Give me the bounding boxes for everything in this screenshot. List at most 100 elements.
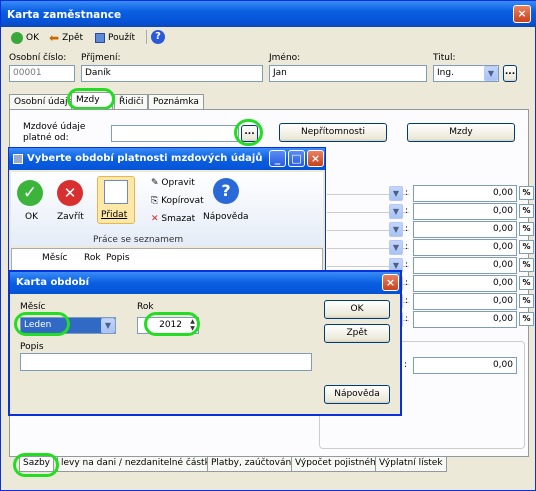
maximize-icon: □ bbox=[291, 152, 302, 165]
ribbon-add-label: Přidat bbox=[101, 210, 128, 220]
highlight-year bbox=[144, 312, 200, 336]
col-year: Rok bbox=[84, 253, 101, 263]
save-icon bbox=[95, 32, 105, 43]
toolbar-separator bbox=[146, 30, 147, 44]
close-x-icon[interactable]: ✕ bbox=[57, 180, 83, 206]
valid-from-field[interactable] bbox=[111, 125, 239, 142]
colon: : bbox=[405, 242, 409, 252]
maximize-button[interactable]: □ bbox=[288, 150, 305, 167]
tab-payslip[interactable]: Výplatní lístek bbox=[375, 457, 447, 472]
value-field[interactable]: 0,00 bbox=[413, 293, 517, 310]
colon: : bbox=[405, 188, 409, 198]
ribbon-edit[interactable]: ✎ Opravit bbox=[151, 178, 195, 188]
tab-note[interactable]: Poznámka bbox=[148, 94, 204, 110]
highlight-month bbox=[14, 312, 70, 336]
ribbon-copy[interactable]: ⎘ Kopírovat bbox=[151, 196, 204, 206]
period-close-button[interactable]: × bbox=[307, 150, 324, 167]
title-label: Titul: bbox=[433, 53, 456, 63]
apply-button[interactable]: Použít bbox=[93, 29, 137, 46]
minimize-icon: _ bbox=[274, 152, 281, 165]
highlight-wages-tab bbox=[67, 88, 115, 110]
help-icon[interactable]: ? bbox=[213, 178, 239, 204]
chevron-down-icon[interactable]: ▼ bbox=[101, 318, 115, 333]
tab-tax[interactable]: levy na dani / nezdanitelné částky bbox=[57, 457, 219, 472]
ribbon: ✓ OK ✕ Zavřít Přidat ✎ Opravit ⎘ Kopírov… bbox=[11, 172, 323, 246]
ribbon-help-label: Nápověda bbox=[203, 212, 249, 222]
window-titlebar: Karta zaměstnance bbox=[1, 1, 536, 27]
percent-button[interactable]: % bbox=[519, 222, 534, 236]
colon: : bbox=[404, 360, 408, 370]
period-card-dialog: Karta období × Měsíc Leden ▼ Rok 2012 ▲ ▼… bbox=[8, 270, 402, 416]
name-field[interactable]: Jan bbox=[269, 65, 427, 82]
chevron-down-icon[interactable]: ▼ bbox=[389, 240, 403, 255]
colon: : bbox=[405, 314, 409, 324]
percent-button[interactable]: % bbox=[519, 312, 534, 326]
colon: : bbox=[405, 224, 409, 234]
chevron-down-icon[interactable]: ▼ bbox=[389, 186, 403, 201]
bottom-value-field[interactable]: 0,00 bbox=[413, 357, 517, 374]
period-back-button[interactable]: Zpět bbox=[324, 324, 390, 343]
period-card-close-button[interactable]: × bbox=[382, 274, 399, 291]
help-icon[interactable]: ? bbox=[151, 30, 165, 44]
year-label: Rok bbox=[137, 302, 154, 312]
desc-field[interactable] bbox=[20, 353, 312, 371]
percent-button[interactable]: % bbox=[519, 276, 534, 290]
percent-button[interactable]: % bbox=[519, 258, 534, 272]
percent-button[interactable]: % bbox=[519, 186, 534, 200]
close-icon: × bbox=[385, 276, 396, 289]
percent-button[interactable]: % bbox=[519, 294, 534, 308]
highlight-more-button bbox=[234, 119, 263, 146]
title-more-button[interactable]: ... bbox=[503, 65, 517, 82]
month-label: Měsíc bbox=[20, 302, 46, 312]
colon: : bbox=[405, 260, 409, 270]
ribbon-group-label: Práce se seznamem bbox=[93, 235, 184, 245]
value-field[interactable]: 0,00 bbox=[413, 221, 517, 238]
surname-label: Příjmení: bbox=[81, 53, 121, 63]
period-card-titlebar: Karta období bbox=[10, 272, 400, 294]
wages-button[interactable]: Mzdy bbox=[407, 123, 515, 142]
desc-label: Popis bbox=[20, 342, 44, 352]
colon: : bbox=[405, 206, 409, 216]
close-icon: × bbox=[517, 7, 527, 20]
close-icon: × bbox=[310, 152, 321, 165]
back-button[interactable]: ⬅ Zpět bbox=[47, 29, 85, 46]
ribbon-ok-label: OK bbox=[25, 212, 38, 222]
tab-insurance[interactable]: Výpočet pojistného bbox=[291, 457, 386, 472]
chevron-down-icon[interactable]: ▼ bbox=[484, 66, 498, 81]
percent-button[interactable]: % bbox=[519, 240, 534, 254]
wage-label-2: platné od: bbox=[23, 133, 69, 143]
ok-button[interactable]: OK bbox=[9, 29, 41, 46]
surname-field[interactable]: Daník bbox=[81, 65, 263, 82]
ribbon-close-label: Zavřít bbox=[57, 212, 84, 222]
name-label: Jméno: bbox=[269, 53, 301, 63]
value-field[interactable]: 0,00 bbox=[413, 257, 517, 274]
window-close-button[interactable]: × bbox=[513, 5, 531, 23]
percent-button[interactable]: % bbox=[519, 204, 534, 218]
id-field[interactable]: 00001 bbox=[9, 65, 75, 82]
window-title: Karta zaměstnance bbox=[7, 9, 122, 21]
value-field[interactable]: 0,00 bbox=[413, 185, 517, 202]
tab-payments[interactable]: Platby, zaúčtování bbox=[207, 457, 298, 472]
ok-check-icon[interactable]: ✓ bbox=[17, 180, 43, 206]
chevron-down-icon[interactable]: ▼ bbox=[389, 222, 403, 237]
value-field[interactable]: 0,00 bbox=[413, 311, 517, 328]
col-month: Měsíc bbox=[42, 253, 68, 263]
value-field[interactable]: 0,00 bbox=[413, 275, 517, 292]
value-field[interactable]: 0,00 bbox=[413, 239, 517, 256]
value-field[interactable]: 0,00 bbox=[413, 203, 517, 220]
period-ok-button[interactable]: OK bbox=[324, 300, 390, 319]
colon: : bbox=[405, 278, 409, 288]
dialog-app-icon bbox=[13, 154, 23, 164]
chevron-down-icon[interactable]: ▼ bbox=[389, 204, 403, 219]
colon: : bbox=[405, 296, 409, 306]
tab-drivers[interactable]: Řidiči bbox=[114, 94, 149, 110]
id-label: Osobní číslo: bbox=[9, 53, 67, 63]
ribbon-delete[interactable]: ✕ Smazat bbox=[151, 214, 195, 224]
back-arrow-icon: ⬅ bbox=[49, 30, 60, 45]
toolbar: OK ⬅ Zpět Použít ? bbox=[3, 28, 535, 47]
minimize-button[interactable]: _ bbox=[269, 150, 286, 167]
absences-button[interactable]: Nepřítomnosti bbox=[279, 123, 387, 142]
period-help-button[interactable]: Nápověda bbox=[324, 385, 390, 404]
check-icon bbox=[11, 31, 23, 44]
add-icon bbox=[104, 180, 128, 204]
